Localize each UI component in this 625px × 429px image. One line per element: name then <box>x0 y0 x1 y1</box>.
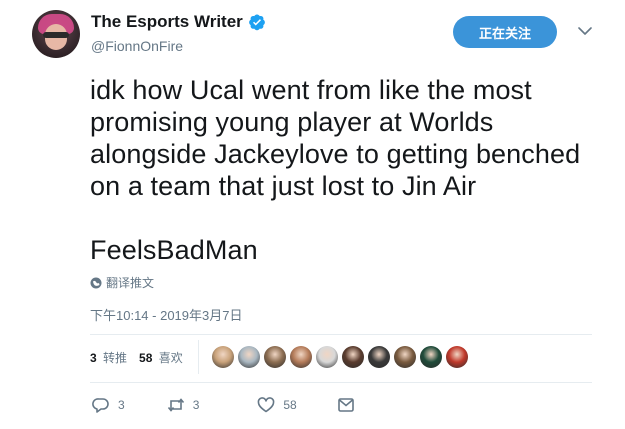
stats-separator <box>198 340 199 374</box>
like-stat-label: 喜欢 <box>158 351 183 365</box>
divider <box>90 334 592 335</box>
liker-avatar[interactable] <box>212 346 234 368</box>
divider <box>90 382 592 383</box>
reply-icon <box>92 398 109 413</box>
following-button[interactable]: 正在关注 <box>453 16 557 48</box>
liker-avatar[interactable] <box>238 346 260 368</box>
tweet-timestamp[interactable]: 下午10:14 - 2019年3月7日 <box>90 305 242 324</box>
like-count: 58 <box>283 398 297 412</box>
author-handle[interactable]: @FionnOnFire <box>91 38 183 54</box>
direct-message-button[interactable] <box>337 397 363 413</box>
avatar-glasses <box>43 32 69 38</box>
reply-count: 3 <box>118 398 125 412</box>
globe-icon <box>90 277 102 288</box>
author-display-name[interactable]: The Esports Writer <box>91 12 243 32</box>
tweet-text-line: alongside Jackeylove to getting benched <box>90 139 581 169</box>
liker-avatars <box>212 346 472 368</box>
tweet-stats: 3 转推 58 喜欢 <box>90 349 195 366</box>
tweet-text-line: on a team that just lost to Jin Air <box>90 171 477 201</box>
retweet-icon <box>167 398 184 412</box>
tweet-text-extra: FeelsBadMan <box>90 235 258 265</box>
liker-avatar[interactable] <box>368 346 390 368</box>
retweet-button[interactable]: 3 <box>167 397 200 413</box>
liker-avatar[interactable] <box>420 346 442 368</box>
heart-icon <box>258 397 275 413</box>
retweet-stat-label: 转推 <box>103 351 128 365</box>
liker-avatar[interactable] <box>290 346 312 368</box>
retweet-stat-count: 3 <box>90 351 97 365</box>
like-button[interactable]: 58 <box>257 397 297 413</box>
liker-avatar[interactable] <box>394 346 416 368</box>
like-stat[interactable]: 58 喜欢 <box>139 349 183 366</box>
verified-badge-icon <box>248 14 265 31</box>
liker-avatar[interactable] <box>316 346 338 368</box>
author-avatar[interactable] <box>32 10 80 58</box>
reply-button[interactable]: 3 <box>92 397 125 413</box>
like-stat-count: 58 <box>139 351 153 365</box>
retweet-count: 3 <box>192 398 200 412</box>
liker-avatar[interactable] <box>446 346 468 368</box>
liker-avatar[interactable] <box>342 346 364 368</box>
tweet-text-line: idk how Ucal went from like the most <box>90 75 532 105</box>
translate-tweet-label[interactable]: 翻译推文 <box>106 274 154 291</box>
envelope-icon <box>337 398 354 412</box>
chevron-down-icon[interactable] <box>578 26 592 36</box>
translate-tweet-link[interactable]: 翻译推文 <box>90 274 154 291</box>
liker-avatar[interactable] <box>264 346 286 368</box>
tweet-actions: 3 3 58 <box>92 397 363 413</box>
retweet-stat[interactable]: 3 转推 <box>90 349 127 366</box>
tweet-text-line: promising young player at Worlds <box>90 107 494 137</box>
tweet-text: idk how Ucal went from like the most pro… <box>90 74 610 266</box>
author-name-row[interactable]: The Esports Writer <box>91 12 266 32</box>
